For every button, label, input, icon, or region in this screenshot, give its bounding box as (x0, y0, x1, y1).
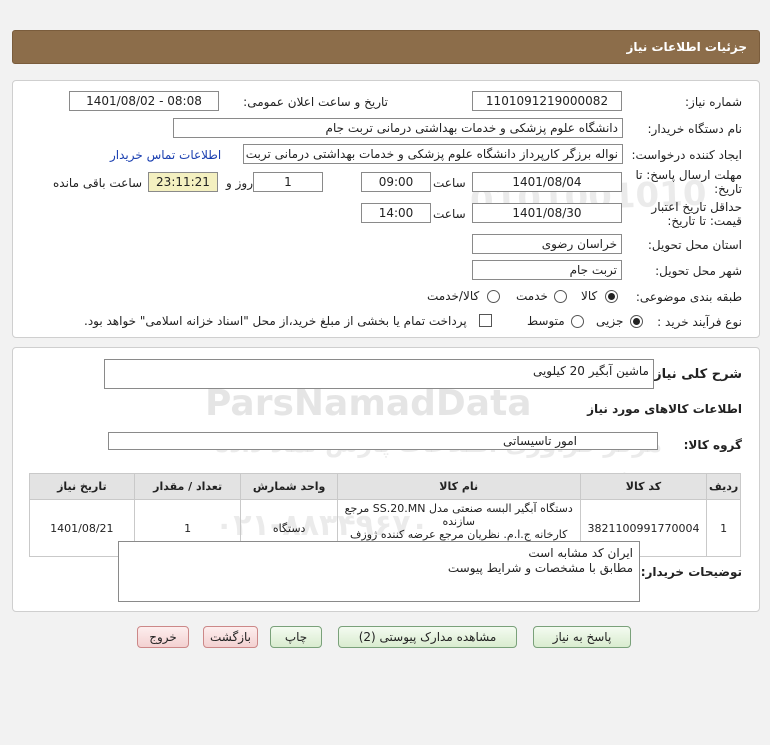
need-description-label: شرح کلی نیاز: (648, 367, 742, 382)
creator-label: ایجاد کننده درخواست: (631, 148, 742, 162)
row-index: 1 (706, 499, 741, 557)
need-number-label: شماره نیاز: (685, 95, 742, 109)
col-quantity: تعداد / مقدار (133, 473, 242, 500)
process-option-minor: جزیی (596, 314, 624, 328)
goods-group-label: گروه کالا: (683, 438, 742, 452)
col-unit: واحد شمارش (240, 473, 338, 500)
buyer-field: دانشگاه علوم پزشکی و خدمات بهداشتی درمان… (173, 118, 623, 138)
buyer-notes-line1: ایران کد مشابه است (528, 546, 633, 560)
page-title: جزئیات اطلاعات نیاز (626, 40, 747, 54)
category-radio-goods-service[interactable] (487, 290, 500, 303)
need-description-field: ماشین آبگیر 20 کیلویی (104, 359, 654, 389)
days-label: روز و (226, 176, 253, 190)
category-option-service: خدمت (516, 289, 548, 303)
province-field: خراسان رضوی (472, 234, 622, 254)
remaining-time-field: 23:11:21 (148, 172, 218, 192)
category-option-goods-service: کالا/خدمت (427, 289, 480, 303)
validity-time-field: 14:00 (361, 203, 431, 223)
validity-label: حداقل تاریخ اعتبار (651, 200, 742, 214)
announce-field: 1401/08/02 - 08:08 (69, 91, 219, 111)
col-item-code: کد کالا (579, 473, 708, 500)
need-number-field: 1101091219000082 (472, 91, 622, 111)
reply-button[interactable]: پاسخ به نیاز (533, 626, 631, 648)
buyer-label: نام دستگاه خریدار: (647, 122, 743, 136)
goods-group-field: امور تاسیساتی (108, 432, 658, 450)
item-name-line1: دستگاه آبگیر البسه صنعتی مدل SS.20.MN مر… (344, 502, 573, 528)
category-radio-goods[interactable] (605, 290, 618, 303)
validity-time-label: ساعت (433, 207, 466, 221)
validity-label-date: قیمت: تا تاریخ: (667, 214, 742, 228)
col-item-name: نام کالا (336, 473, 581, 500)
process-radio-minor[interactable] (630, 315, 643, 328)
process-radio-medium[interactable] (571, 315, 584, 328)
buyer-notes-line2: مطابق با مشخصات و شرایط پیوست (447, 561, 633, 575)
col-need-date: تاریخ نیاز (29, 473, 135, 500)
remaining-label: ساعت باقی مانده (53, 176, 143, 190)
category-label: طبقه بندی موضوعی: (635, 290, 742, 304)
announce-label: تاریخ و ساعت اعلان عمومی: (243, 95, 388, 109)
deadline-time-field: 09:00 (361, 172, 431, 192)
view-attachments-button[interactable]: مشاهده مدارک پیوستی (2) (338, 626, 517, 648)
buyer-notes-label: توضیحات خریدار: (640, 565, 742, 579)
deadline-label: مهلت ارسال پاسخ: تا (635, 168, 742, 182)
treasury-payment-checkbox[interactable] (479, 314, 492, 327)
city-label: شهر محل تحویل: (655, 264, 742, 278)
category-option-goods: کالا (581, 289, 598, 303)
deadline-label-date: تاریخ: (714, 182, 742, 196)
buyer-notes-field: ایران کد مشابه است مطابق با مشخصات و شرا… (118, 541, 640, 602)
category-radio-service[interactable] (554, 290, 567, 303)
province-label: استان محل تحویل: (647, 238, 742, 252)
treasury-payment-note: پرداخت تمام یا بخشی از مبلغ خرید،از محل … (84, 314, 467, 328)
page-header: جزئیات اطلاعات نیاز (12, 30, 760, 64)
days-field: 1 (253, 172, 323, 192)
goods-table-header: ردیف کد کالا نام کالا واحد شمارش تعداد /… (29, 473, 741, 500)
creator-field: نواله برزگر کارپرداز دانشگاه علوم پزشکی … (243, 144, 623, 164)
goods-info-title: اطلاعات کالاهای مورد نیاز (587, 402, 742, 416)
deadline-date-field: 1401/08/04 (472, 172, 622, 192)
validity-date-field: 1401/08/30 (472, 203, 622, 223)
col-row-index: ردیف (706, 473, 741, 500)
back-button[interactable]: بازگشت (203, 626, 258, 648)
process-label: نوع فرآیند خرید : (657, 315, 742, 329)
buyer-contact-link[interactable]: اطلاعات تماس خریدار (110, 148, 221, 162)
deadline-time-label: ساعت (433, 176, 466, 190)
exit-button[interactable]: خروج (137, 626, 189, 648)
print-button[interactable]: چاپ (270, 626, 322, 648)
city-field: تربت جام (472, 260, 622, 280)
process-option-medium: متوسط (527, 314, 565, 328)
